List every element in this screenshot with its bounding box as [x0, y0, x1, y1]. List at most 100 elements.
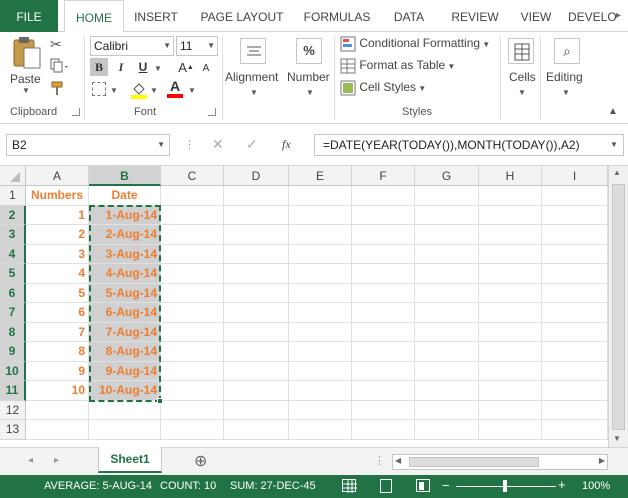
grid-cell[interactable] [415, 186, 479, 206]
grid-cell[interactable] [415, 244, 479, 264]
grid-cell[interactable] [289, 361, 352, 381]
grid-cell[interactable] [224, 225, 289, 245]
zoom-slider-thumb[interactable] [503, 480, 507, 492]
grid-cell[interactable] [289, 322, 352, 342]
grid-cell[interactable] [224, 361, 289, 381]
grid-cell[interactable] [224, 264, 289, 284]
vertical-scrollbar[interactable]: ▲ ▼ [608, 166, 628, 447]
grid-cell[interactable] [224, 420, 289, 440]
cancel-icon[interactable]: ✕ [212, 136, 224, 153]
conditional-formatting-button[interactable]: Conditional Formatting ▼ [340, 36, 500, 54]
grid-cell[interactable] [479, 342, 542, 362]
grid-cell[interactable] [352, 361, 415, 381]
grid-cell[interactable] [289, 283, 352, 303]
grid-cell[interactable] [161, 361, 224, 381]
worksheet-grid[interactable]: ABCDEFGHI 1 2 3 4 5 6 7 8 9 10 11 12 13 Numbers Date 1… [0, 166, 608, 447]
grid-cell[interactable] [289, 205, 352, 225]
grid-cell[interactable] [224, 244, 289, 264]
borders-dropdown-icon[interactable]: ▼ [110, 86, 118, 95]
font-size-select[interactable]: 11 ▼ [176, 36, 218, 56]
tab-formulas[interactable]: FORMULAS [300, 0, 374, 32]
tab-home[interactable]: HOME [64, 0, 124, 33]
collapse-ribbon-icon[interactable]: ▲ [608, 106, 618, 117]
cells-button[interactable]: Cells [509, 70, 536, 84]
grid-cell[interactable] [415, 283, 479, 303]
row-header[interactable]: 6 [0, 283, 26, 303]
grid-cell[interactable] [479, 205, 542, 225]
grid-cell[interactable] [352, 225, 415, 245]
grid-cell[interactable] [289, 186, 352, 206]
number-cell[interactable]: 7 [26, 322, 89, 342]
zoom-level[interactable]: 100% [582, 480, 610, 492]
grid-cell[interactable] [479, 244, 542, 264]
grid-cell[interactable] [161, 303, 224, 323]
date-cell[interactable]: 9-Aug-14 [89, 361, 161, 381]
grid-cell[interactable] [224, 303, 289, 323]
date-cell[interactable]: 8-Aug-14 [89, 342, 161, 362]
formula-input[interactable]: =DATE(YEAR(TODAY()),MONTH(TODAY()),A2) [314, 134, 624, 156]
row-header[interactable]: 13 [0, 420, 26, 440]
tab-page-layout[interactable]: PAGE LAYOUT [194, 0, 290, 32]
grid-cell[interactable] [415, 322, 479, 342]
number-cell[interactable]: 4 [26, 264, 89, 284]
number-cell[interactable]: 3 [26, 244, 89, 264]
grid-cell[interactable] [224, 342, 289, 362]
grid-cell[interactable] [479, 225, 542, 245]
grid-cell[interactable] [352, 244, 415, 264]
number-cell[interactable]: 8 [26, 342, 89, 362]
format-painter-icon[interactable] [50, 80, 66, 96]
date-cell[interactable]: 3-Aug-14 [89, 244, 161, 264]
column-header[interactable]: A [26, 166, 89, 186]
grid-cell[interactable] [542, 342, 608, 362]
grid-cell[interactable] [224, 322, 289, 342]
new-sheet-button[interactable]: ⊕ [194, 451, 207, 471]
normal-view-icon[interactable] [342, 479, 357, 493]
grid-cell[interactable] [289, 225, 352, 245]
row-header[interactable]: 7 [0, 303, 26, 323]
fill-color-dropdown-icon[interactable]: ▼ [150, 86, 158, 95]
font-color-button[interactable]: A [166, 78, 184, 100]
scroll-up-icon[interactable]: ▲ [613, 168, 621, 177]
grid-cell[interactable] [161, 205, 224, 225]
column-header[interactable]: G [415, 166, 479, 186]
scroll-right-icon[interactable]: ▶ [599, 456, 605, 465]
grid-cell[interactable] [479, 420, 542, 440]
scroll-left-icon[interactable]: ◀ [395, 456, 401, 465]
number-cell[interactable]: 2 [26, 225, 89, 245]
borders-icon[interactable] [92, 82, 106, 96]
grid-cell[interactable] [352, 420, 415, 440]
number-cell[interactable]: 10 [26, 381, 89, 401]
zoom-in-button[interactable]: + [558, 477, 566, 492]
grid-cell[interactable] [289, 303, 352, 323]
grid-cell[interactable] [542, 264, 608, 284]
grow-font-button[interactable]: A ▲ [178, 58, 194, 76]
tab-file[interactable]: FILE [0, 0, 58, 32]
paste-label[interactable]: Paste [10, 72, 41, 86]
cell-styles-button[interactable]: Cell Styles ▼ [340, 80, 500, 98]
paste-button[interactable] [10, 36, 44, 72]
grid-cell[interactable] [352, 322, 415, 342]
column-header[interactable]: H [479, 166, 542, 186]
grid-cell[interactable] [415, 342, 479, 362]
page-break-view-icon[interactable] [416, 479, 430, 492]
underline-button[interactable]: U [134, 58, 152, 76]
grid-cell[interactable] [415, 303, 479, 323]
grid-cell[interactable] [479, 361, 542, 381]
grid-cell[interactable] [224, 205, 289, 225]
grid-cell[interactable] [479, 322, 542, 342]
number-cell[interactable]: 9 [26, 361, 89, 381]
grid-cell[interactable] [289, 400, 352, 420]
grid-cell[interactable] [352, 381, 415, 401]
number-dropdown-icon[interactable]: ▼ [306, 88, 314, 97]
grid-cell[interactable] [224, 283, 289, 303]
editing-button[interactable]: Editing [546, 70, 583, 84]
grid-cell[interactable] [161, 420, 224, 440]
grid-cell[interactable] [352, 264, 415, 284]
grid-cell[interactable] [89, 400, 161, 420]
grid-cell[interactable] [415, 205, 479, 225]
name-box[interactable]: B2 ▼ [6, 134, 170, 156]
grid-cell[interactable] [352, 186, 415, 206]
row-header[interactable]: 8 [0, 322, 26, 342]
sheet-prev-icon[interactable]: ◂ [28, 455, 33, 466]
paste-dropdown-icon[interactable]: ▼ [22, 86, 30, 95]
